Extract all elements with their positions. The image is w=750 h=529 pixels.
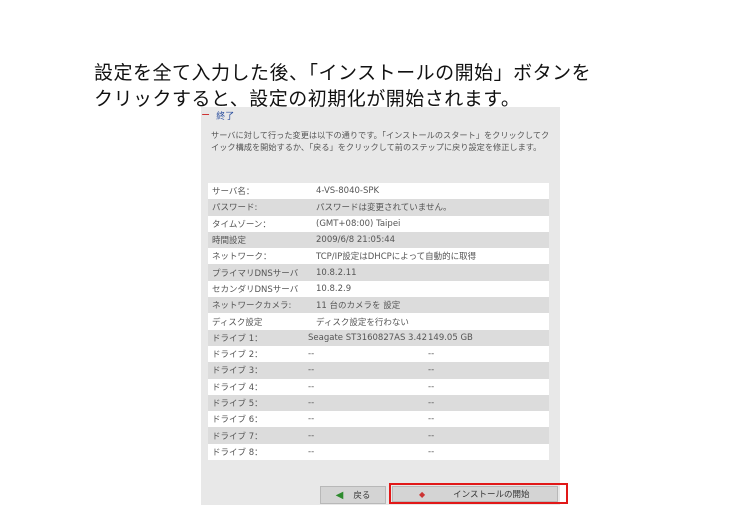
drive-size: -- — [428, 349, 435, 360]
row-value: 2009/6/8 21:05:44 — [316, 235, 396, 246]
drive-row-7: ドライブ 7： -- -- — [208, 427, 549, 444]
row-label: 時間設定 — [212, 236, 247, 247]
row-label: ネットワークカメラ: — [212, 301, 292, 312]
row-value: TCP/IP設定はDHCPによって自動的に取得 — [316, 252, 477, 263]
instruction-caption: 設定を全て入力した後、「インストールの開始」ボタンを クリックすると、設定の初期… — [94, 60, 714, 112]
summary-row-secondary-dns: セカンダリDNSサーバ 10.8.2.9 — [208, 280, 549, 298]
drive-model: -- — [308, 398, 315, 408]
drive-model: -- — [308, 349, 315, 360]
summary-row-password: パスワード: パスワードは変更されていません。 — [208, 199, 549, 216]
row-label: パスワード: — [212, 203, 258, 214]
install-button-highlight — [389, 483, 568, 504]
drive-size: -- — [428, 365, 435, 376]
wizard-panel: − 終了 サーバに対して行った変更は以下の通りです。「インストールのスタート」を… — [201, 107, 560, 505]
drive-size: 149.05 GB — [428, 332, 473, 343]
row-value: ディスク設定を行わない — [316, 317, 409, 328]
summary-row-disk: ディスク設定 ディスク設定を行わない — [208, 313, 549, 330]
drive-label: ドライブ 2： — [212, 350, 263, 361]
drive-size: -- — [428, 414, 435, 425]
drive-label: ドライブ 5： — [212, 399, 263, 409]
collapse-icon[interactable]: − — [201, 109, 210, 120]
caption-line-1: 設定を全て入力した後、「インストールの開始」ボタンを — [94, 62, 592, 84]
drive-size: -- — [428, 381, 435, 392]
row-value: 11 台のカメラを 設定 — [316, 301, 401, 312]
back-button-label: 戻る — [353, 491, 371, 501]
arrow-left-icon: ◀ — [335, 489, 344, 501]
drive-label: ドライブ 6： — [212, 415, 263, 426]
row-value: (GMT+08:00) Taipei — [316, 218, 401, 229]
row-label: プライマリDNSサーバ — [212, 268, 299, 279]
summary-table: サーバ名： 4-VS-8040-SPK パスワード: パスワードは変更されていま… — [208, 183, 549, 461]
drive-model: -- — [308, 365, 315, 376]
summary-row-server-name: サーバ名： 4-VS-8040-SPK — [208, 183, 549, 200]
summary-row-cameras: ネットワークカメラ: 11 台のカメラを 設定 — [208, 297, 549, 314]
drive-row-3: ドライブ 3： -- -- — [208, 362, 549, 379]
back-button[interactable]: ◀ 戻る — [320, 486, 386, 504]
drive-label: ドライブ 4： — [212, 382, 263, 393]
row-value: 4-VS-8040-SPK — [316, 186, 380, 197]
section-description: サーバに対して行った変更は以下の通りです。「インストールのスタート」をクリックし… — [211, 130, 550, 152]
row-label: サーバ名： — [212, 187, 255, 198]
drive-model: Seagate ST3160827AS 3.42 — [308, 332, 427, 343]
drive-row-1: ドライブ 1： Seagate ST3160827AS 3.42 149.05 … — [208, 329, 549, 346]
drive-row-8: ドライブ 8： -- -- — [208, 443, 549, 461]
drive-label: ドライブ 1： — [212, 333, 263, 344]
drive-label: ドライブ 7： — [212, 431, 263, 442]
section-title: 終了 — [216, 111, 235, 122]
drive-model: -- — [308, 446, 315, 457]
section-header[interactable]: − 終了 — [201, 107, 234, 123]
row-value: 10.8.2.9 — [316, 283, 352, 294]
summary-row-time: 時間設定 2009/6/8 21:05:44 — [208, 231, 549, 249]
row-label: ネットワーク： — [212, 252, 272, 263]
drive-label: ドライブ 3： — [212, 366, 263, 377]
drive-model: -- — [308, 381, 315, 392]
row-value: パスワードは変更されていません。 — [316, 203, 452, 214]
row-value: 10.8.2.11 — [316, 267, 357, 278]
drive-model: -- — [308, 414, 315, 425]
row-label: セカンダリDNSサーバ — [212, 284, 299, 295]
drive-row-5: ドライブ 5： -- -- — [208, 394, 549, 412]
summary-row-primary-dns: プライマリDNSサーバ 10.8.2.11 — [208, 264, 549, 281]
drive-row-2: ドライブ 2： -- -- — [208, 345, 549, 363]
drive-row-4: ドライブ 4： -- -- — [208, 378, 549, 395]
row-label: ディスク設定 — [212, 317, 263, 328]
summary-row-timezone: タイムゾーン： (GMT+08:00) Taipei — [208, 215, 549, 232]
drive-label: ドライブ 8： — [212, 447, 263, 458]
summary-row-network: ネットワーク： TCP/IP設定はDHCPによって自動的に取得 — [208, 248, 549, 265]
drive-size: -- — [428, 446, 435, 457]
drive-row-6: ドライブ 6： -- -- — [208, 411, 549, 428]
row-label: タイムゾーン： — [212, 219, 271, 230]
drive-size: -- — [428, 398, 435, 408]
drive-model: -- — [308, 430, 315, 441]
drive-size: -- — [428, 430, 435, 441]
